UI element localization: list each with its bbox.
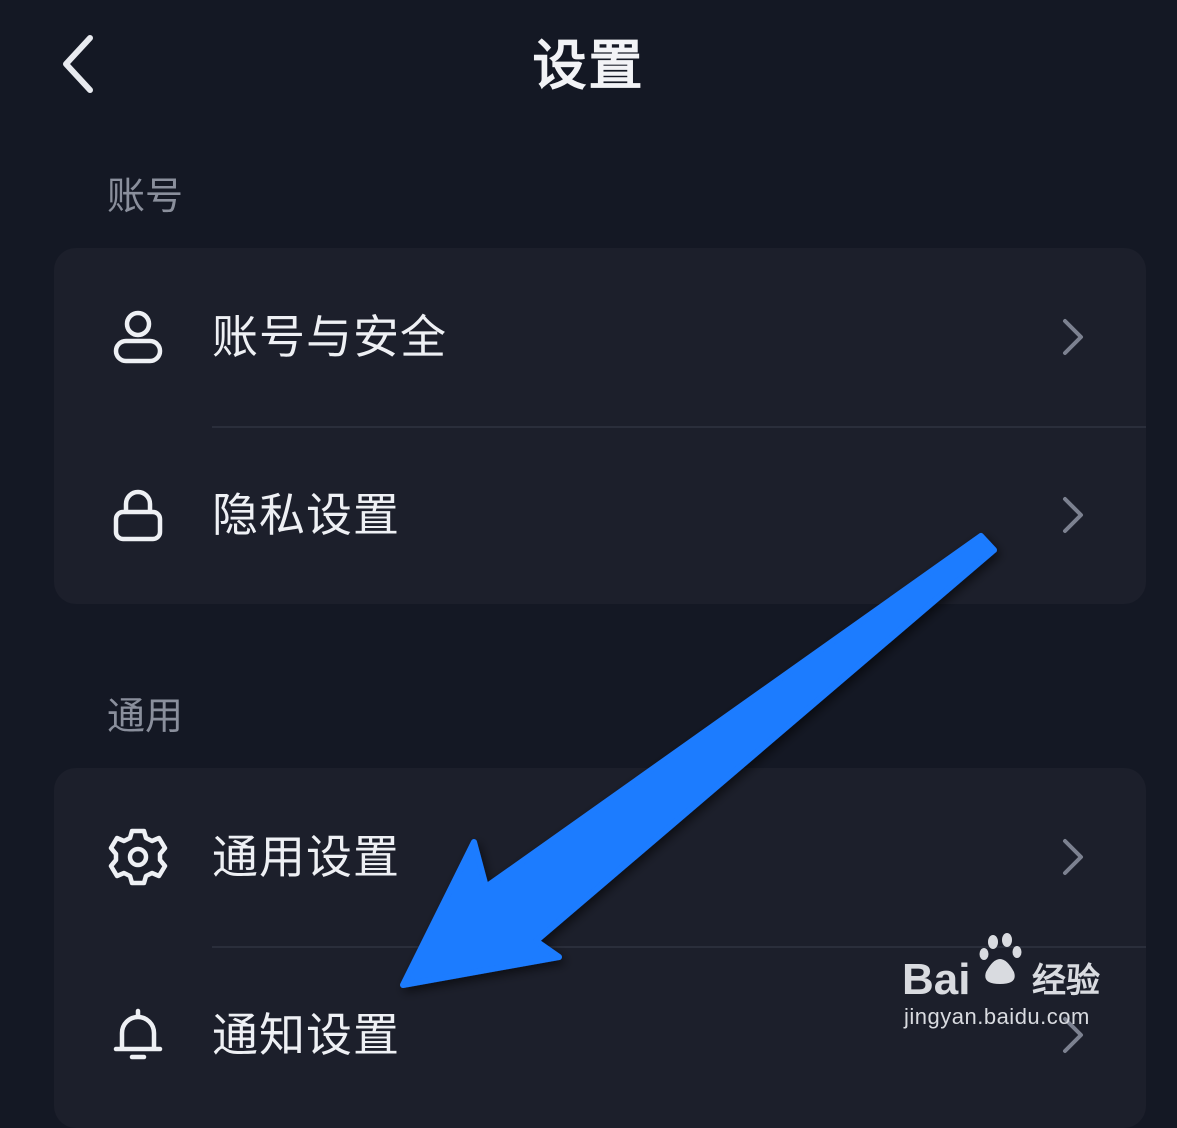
menu-item-label: 隐私设置 xyxy=(212,488,400,542)
menu-item-label: 通用设置 xyxy=(212,830,400,884)
page-title: 设置 xyxy=(532,34,645,97)
section-label-general: 通用 xyxy=(107,694,184,738)
user-icon xyxy=(106,305,170,369)
menu-item-label: 账号与安全 xyxy=(212,310,447,364)
chevron-right-icon xyxy=(1058,315,1088,359)
gear-icon xyxy=(106,825,170,889)
menu-item-account-security[interactable]: 账号与安全 xyxy=(54,248,1146,426)
chevron-right-icon xyxy=(1058,1013,1088,1057)
menu-item-label: 通知设置 xyxy=(212,1008,400,1062)
lock-icon xyxy=(106,483,170,547)
menu-item-notification-settings[interactable]: 通知设置 xyxy=(54,946,1146,1124)
menu-item-privacy-settings[interactable]: 隐私设置 xyxy=(54,426,1146,604)
top-bar: 设置 xyxy=(0,0,1177,140)
chevron-right-icon xyxy=(1058,835,1088,879)
menu-item-general-settings[interactable]: 通用设置 xyxy=(54,768,1146,946)
bell-icon xyxy=(106,1003,170,1067)
chevron-right-icon xyxy=(1058,493,1088,537)
account-settings-card: 账号与安全 隐私设置 xyxy=(54,248,1146,604)
general-settings-card: 通用设置 通知设置 xyxy=(54,768,1146,1128)
section-label-account: 账号 xyxy=(107,174,184,218)
